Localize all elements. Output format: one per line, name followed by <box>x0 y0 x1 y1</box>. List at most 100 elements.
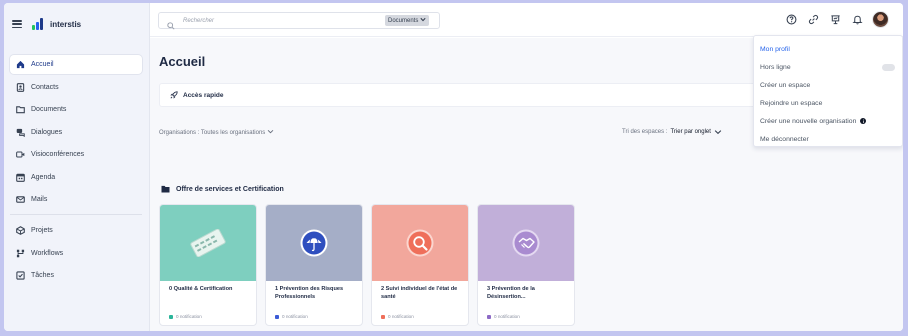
space-card[interactable]: 3 Prévention de la Désinsertion... 0 not… <box>477 204 575 326</box>
menu-item-label: Mon profil <box>760 45 790 53</box>
search-input[interactable]: Rechercher Documents <box>158 12 440 30</box>
notification-dot <box>381 314 385 319</box>
sidebar-item-label: Dialogues <box>31 128 63 136</box>
handshake-icon <box>512 229 540 257</box>
menu-item-create-organisation[interactable]: Créer une nouvelle organisation i <box>754 112 902 130</box>
rocket-icon <box>170 86 178 104</box>
menu-item-join-space[interactable]: Rejoindre un espace <box>754 94 902 112</box>
search-scope-label: Documents <box>388 17 419 24</box>
card-cover <box>160 205 256 281</box>
chat-icon <box>16 128 25 137</box>
sort-value: Trier par onglet <box>670 129 711 135</box>
menu-item-label: Créer une nouvelle organisation <box>760 117 857 125</box>
notification-dot <box>275 314 279 319</box>
menu-item-label: Créer un espace <box>760 81 811 89</box>
sidebar-item-dialogues[interactable]: Dialogues <box>10 123 142 142</box>
menu-item-label: Hors ligne <box>760 63 791 71</box>
user-avatar[interactable] <box>872 11 889 28</box>
space-card[interactable]: 0 Qualité & Certification 0 notification <box>159 204 257 326</box>
card-title: 2 Suivi individuel de l'état de santé <box>381 286 458 300</box>
sidebar-item-label: Contacts <box>31 83 59 91</box>
notification-count: 0 notification <box>176 314 202 319</box>
sidebar-item-contacts[interactable]: Contacts <box>10 78 142 97</box>
sidebar-item-label: Workflows <box>31 249 64 257</box>
sidebar-item-documents[interactable]: Documents <box>10 100 142 119</box>
section-header: Offre de services et Certification <box>161 180 284 198</box>
card-notification: 0 notification <box>275 314 308 319</box>
notification-count: 0 notification <box>282 314 308 319</box>
calendar-icon <box>16 173 25 182</box>
sort-prefix: Tri des espaces : <box>622 129 668 135</box>
notification-dot <box>169 314 173 319</box>
folder-icon <box>16 105 25 114</box>
sidebar-item-label: Visioconférences <box>31 151 85 158</box>
notification-dot <box>487 314 491 319</box>
space-card[interactable]: 2 Suivi individuel de l'état de santé 0 … <box>371 204 469 326</box>
page-title: Accueil <box>159 54 206 69</box>
sidebar-item-visioconferences[interactable]: Visioconférences <box>10 145 142 164</box>
sidebar-item-mails[interactable]: Mails <box>10 190 142 209</box>
card-notification: 0 notification <box>169 314 202 319</box>
sidebar-item-label: Documents <box>31 106 67 113</box>
sidebar-item-label: Tâches <box>31 272 54 279</box>
card-title: 0 Qualité & Certification <box>169 286 233 292</box>
video-icon <box>16 150 25 159</box>
brand-name: interstis <box>50 19 82 29</box>
sidebar-nav: Accueil Contacts Documents Dialogues Vis… <box>10 55 142 289</box>
chevron-down-icon <box>267 129 274 134</box>
notification-count: 0 notification <box>494 314 520 319</box>
topbar-actions <box>775 11 889 28</box>
sidebar-divider <box>10 214 142 215</box>
sidebar-item-agenda[interactable]: Agenda <box>10 168 142 187</box>
folder-icon <box>161 180 170 198</box>
sidebar-item-workflows[interactable]: Workflows <box>10 244 142 263</box>
help-icon[interactable] <box>785 14 797 26</box>
bell-icon[interactable] <box>851 14 863 26</box>
search-icon <box>167 17 175 30</box>
chevron-down-icon <box>714 130 722 135</box>
card-cover <box>372 205 468 281</box>
search-scope-dropdown[interactable]: Documents <box>385 15 430 26</box>
organisation-filter[interactable]: Organisations : Toutes les organisations <box>159 129 274 136</box>
interstis-logo-icon <box>32 18 46 30</box>
info-icon: i <box>860 118 867 124</box>
card-notification: 0 notification <box>381 314 414 319</box>
presentation-icon[interactable] <box>829 14 841 26</box>
offline-toggle[interactable] <box>882 64 895 71</box>
mail-icon <box>16 195 25 204</box>
umbrella-icon <box>300 229 328 257</box>
clipboard-icon <box>190 229 226 257</box>
menu-item-logout[interactable]: Me déconnecter <box>754 130 902 148</box>
card-notification: 0 notification <box>487 314 520 319</box>
app-window: interstis Accueil Contacts Documents Dia… <box>4 3 903 331</box>
sidebar-item-taches[interactable]: Tâches <box>10 266 142 285</box>
magnifier-icon <box>406 229 434 257</box>
sidebar-item-label: Projets <box>31 227 53 234</box>
menu-item-create-space[interactable]: Créer un espace <box>754 76 902 94</box>
quick-access-label: Accès rapide <box>183 91 224 99</box>
menu-item-profile[interactable]: Mon profil <box>754 40 902 58</box>
sort-selector[interactable]: Tri des espaces : Trier par onglet <box>622 129 722 135</box>
brand: interstis <box>12 15 81 33</box>
sidebar-item-label: Mails <box>31 196 48 203</box>
user-menu-dropdown: Mon profil Hors ligne Créer un espace Re… <box>753 35 903 147</box>
menu-item-label: Me déconnecter <box>760 135 809 143</box>
link-icon[interactable] <box>807 14 819 26</box>
menu-item-offline[interactable]: Hors ligne <box>754 58 902 76</box>
card-title: 3 Prévention de la Désinsertion... <box>487 286 535 300</box>
checkbox-icon <box>16 271 25 280</box>
home-icon <box>16 60 25 69</box>
notification-count: 0 notification <box>388 314 414 319</box>
sidebar-item-projets[interactable]: Projets <box>10 221 142 240</box>
topbar: Rechercher Documents <box>150 3 903 37</box>
workflow-icon <box>16 249 25 258</box>
sidebar-item-accueil[interactable]: Accueil <box>10 55 142 74</box>
menu-item-label: Rejoindre un espace <box>760 99 823 107</box>
sidebar-item-label: Agenda <box>31 173 56 181</box>
organisation-filter-label: Organisations : Toutes les organisations <box>159 130 266 136</box>
space-card[interactable]: 1 Prévention des Risques Professionnels … <box>265 204 363 326</box>
chevron-down-icon <box>420 17 426 24</box>
projects-icon <box>16 226 25 235</box>
section-title: Offre de services et Certification <box>176 185 284 193</box>
hamburger-menu-icon[interactable] <box>12 20 22 28</box>
